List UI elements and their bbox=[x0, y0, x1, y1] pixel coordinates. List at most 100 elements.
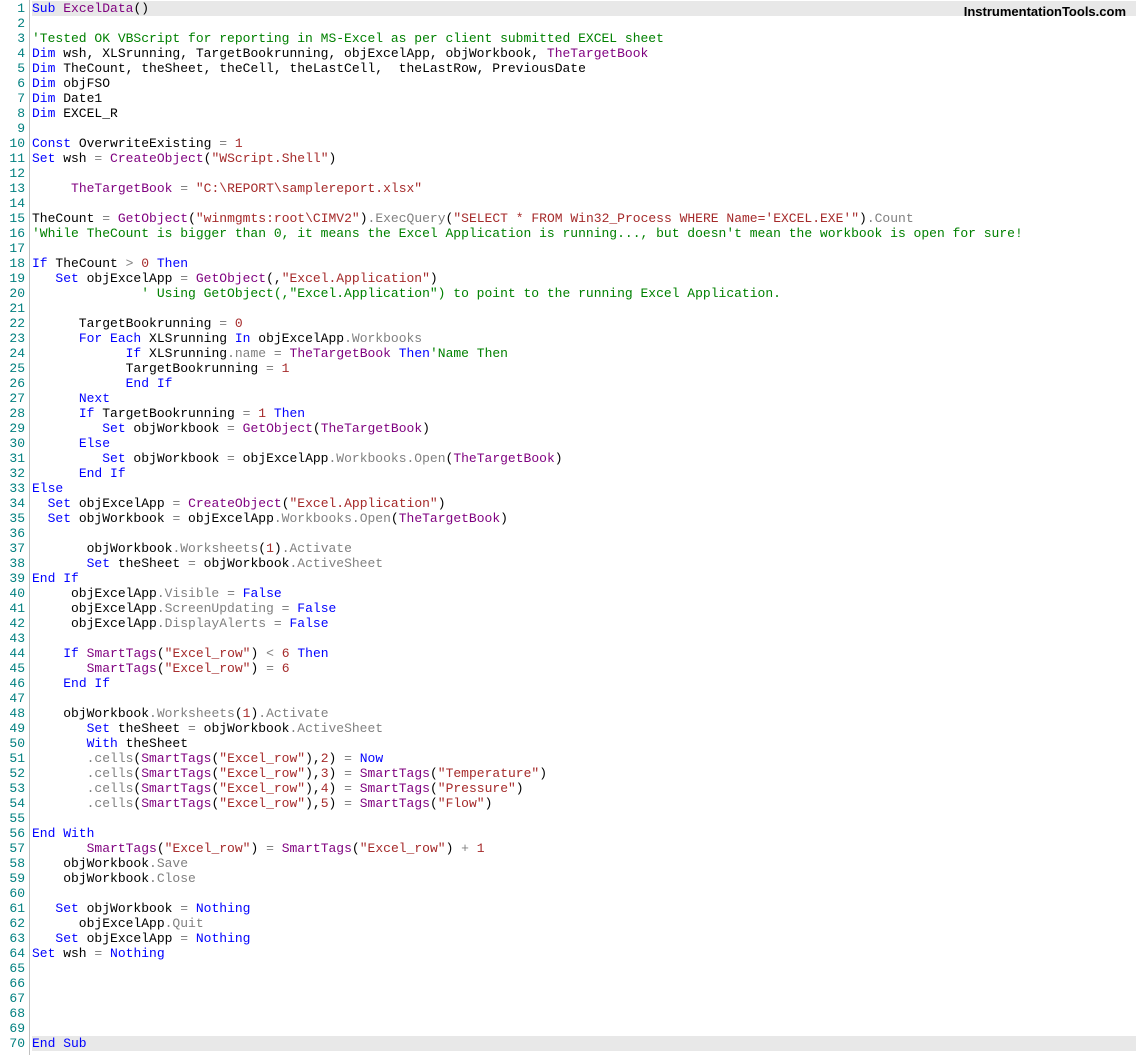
code-line[interactable]: Const OverwriteExisting = 1 bbox=[32, 136, 1136, 151]
code-line[interactable] bbox=[32, 1006, 1136, 1021]
code-line[interactable] bbox=[32, 631, 1136, 646]
line-number: 39 bbox=[0, 571, 25, 586]
line-number: 65 bbox=[0, 961, 25, 976]
code-line[interactable]: .cells(SmartTags("Excel_row"),2) = Now bbox=[32, 751, 1136, 766]
code-line[interactable]: objExcelApp.DisplayAlerts = False bbox=[32, 616, 1136, 631]
code-line[interactable]: With theSheet bbox=[32, 736, 1136, 751]
line-number: 68 bbox=[0, 1006, 25, 1021]
code-line[interactable]: 'While TheCount is bigger than 0, it mea… bbox=[32, 226, 1136, 241]
code-line[interactable]: Set objExcelApp = CreateObject("Excel.Ap… bbox=[32, 496, 1136, 511]
line-number: 51 bbox=[0, 751, 25, 766]
line-number: 35 bbox=[0, 511, 25, 526]
line-number: 20 bbox=[0, 286, 25, 301]
code-line[interactable]: Dim Date1 bbox=[32, 91, 1136, 106]
code-line[interactable]: .cells(SmartTags("Excel_row"),4) = Smart… bbox=[32, 781, 1136, 796]
code-line[interactable] bbox=[32, 121, 1136, 136]
line-number: 17 bbox=[0, 241, 25, 256]
code-line[interactable]: For Each XLSrunning In objExcelApp.Workb… bbox=[32, 331, 1136, 346]
line-number: 61 bbox=[0, 901, 25, 916]
line-number: 43 bbox=[0, 631, 25, 646]
code-line[interactable]: Set objWorkbook = GetObject(TheTargetBoo… bbox=[32, 421, 1136, 436]
line-number: 28 bbox=[0, 406, 25, 421]
line-number: 23 bbox=[0, 331, 25, 346]
code-line[interactable]: objWorkbook.Worksheets(1).Activate bbox=[32, 541, 1136, 556]
code-line[interactable]: Next bbox=[32, 391, 1136, 406]
code-line[interactable]: .cells(SmartTags("Excel_row"),5) = Smart… bbox=[32, 796, 1136, 811]
code-line[interactable]: objExcelApp.Quit bbox=[32, 916, 1136, 931]
code-line[interactable]: If XLSrunning.name = TheTargetBook Then'… bbox=[32, 346, 1136, 361]
code-line[interactable] bbox=[32, 811, 1136, 826]
line-number: 58 bbox=[0, 856, 25, 871]
line-number: 26 bbox=[0, 376, 25, 391]
code-line[interactable] bbox=[32, 241, 1136, 256]
code-line[interactable]: 'Tested OK VBScript for reporting in MS-… bbox=[32, 31, 1136, 46]
code-line[interactable]: Set theSheet = objWorkbook.ActiveSheet bbox=[32, 721, 1136, 736]
code-line[interactable]: Set wsh = CreateObject("WScript.Shell") bbox=[32, 151, 1136, 166]
code-line[interactable]: End Sub bbox=[32, 1036, 1136, 1051]
code-line[interactable] bbox=[32, 1021, 1136, 1036]
code-line[interactable] bbox=[32, 976, 1136, 991]
code-line[interactable]: End If bbox=[32, 376, 1136, 391]
line-number: 69 bbox=[0, 1021, 25, 1036]
code-line[interactable]: End If bbox=[32, 466, 1136, 481]
code-line[interactable]: Set objWorkbook = objExcelApp.Workbooks.… bbox=[32, 511, 1136, 526]
line-number: 70 bbox=[0, 1036, 25, 1051]
code-line[interactable]: If TheCount > 0 Then bbox=[32, 256, 1136, 271]
code-line[interactable] bbox=[32, 691, 1136, 706]
code-line[interactable] bbox=[32, 961, 1136, 976]
code-line[interactable]: .cells(SmartTags("Excel_row"),3) = Smart… bbox=[32, 766, 1136, 781]
code-line[interactable] bbox=[32, 991, 1136, 1006]
line-number: 31 bbox=[0, 451, 25, 466]
line-number: 36 bbox=[0, 526, 25, 541]
code-line[interactable]: If SmartTags("Excel_row") < 6 Then bbox=[32, 646, 1136, 661]
line-number: 18 bbox=[0, 256, 25, 271]
code-line[interactable]: Else bbox=[32, 481, 1136, 496]
line-number: 50 bbox=[0, 736, 25, 751]
line-number: 47 bbox=[0, 691, 25, 706]
code-line[interactable]: SmartTags("Excel_row") = SmartTags("Exce… bbox=[32, 841, 1136, 856]
line-number: 32 bbox=[0, 466, 25, 481]
code-line[interactable]: Set objExcelApp = Nothing bbox=[32, 931, 1136, 946]
code-line[interactable]: objWorkbook.Save bbox=[32, 856, 1136, 871]
code-line[interactable]: TheTargetBook = "C:\REPORT\samplereport.… bbox=[32, 181, 1136, 196]
code-line[interactable]: Set objWorkbook = Nothing bbox=[32, 901, 1136, 916]
code-line[interactable]: End With bbox=[32, 826, 1136, 841]
code-line[interactable] bbox=[32, 166, 1136, 181]
line-number: 5 bbox=[0, 61, 25, 76]
code-line[interactable] bbox=[32, 886, 1136, 901]
line-number: 60 bbox=[0, 886, 25, 901]
code-line[interactable] bbox=[32, 526, 1136, 541]
code-line[interactable]: Set wsh = Nothing bbox=[32, 946, 1136, 961]
code-area[interactable]: Sub ExcelData()'Tested OK VBScript for r… bbox=[30, 0, 1136, 1055]
code-line[interactable]: TargetBookrunning = 1 bbox=[32, 361, 1136, 376]
code-line[interactable]: Set theSheet = objWorkbook.ActiveSheet bbox=[32, 556, 1136, 571]
code-line[interactable]: If TargetBookrunning = 1 Then bbox=[32, 406, 1136, 421]
code-line[interactable]: Dim objFSO bbox=[32, 76, 1136, 91]
code-line[interactable]: objWorkbook.Worksheets(1).Activate bbox=[32, 706, 1136, 721]
code-editor[interactable]: 1234567891011121314151617181920212223242… bbox=[0, 0, 1136, 1055]
code-line[interactable]: Dim EXCEL_R bbox=[32, 106, 1136, 121]
code-line[interactable]: SmartTags("Excel_row") = 6 bbox=[32, 661, 1136, 676]
line-number: 2 bbox=[0, 16, 25, 31]
line-number: 4 bbox=[0, 46, 25, 61]
code-line[interactable]: TheCount = GetObject("winmgmts:root\CIMV… bbox=[32, 211, 1136, 226]
code-line[interactable]: Dim TheCount, theSheet, theCell, theLast… bbox=[32, 61, 1136, 76]
code-line[interactable] bbox=[32, 196, 1136, 211]
line-gutter: 1234567891011121314151617181920212223242… bbox=[0, 0, 30, 1055]
code-line[interactable]: objWorkbook.Close bbox=[32, 871, 1136, 886]
code-line[interactable]: TargetBookrunning = 0 bbox=[32, 316, 1136, 331]
line-number: 8 bbox=[0, 106, 25, 121]
code-line[interactable] bbox=[32, 301, 1136, 316]
code-line[interactable]: Dim wsh, XLSrunning, TargetBookrunning, … bbox=[32, 46, 1136, 61]
code-line[interactable]: ' Using GetObject(,"Excel.Application") … bbox=[32, 286, 1136, 301]
code-line[interactable]: objExcelApp.ScreenUpdating = False bbox=[32, 601, 1136, 616]
code-line[interactable]: End If bbox=[32, 571, 1136, 586]
line-number: 33 bbox=[0, 481, 25, 496]
line-number: 46 bbox=[0, 676, 25, 691]
line-number: 54 bbox=[0, 796, 25, 811]
code-line[interactable]: Set objExcelApp = GetObject(,"Excel.Appl… bbox=[32, 271, 1136, 286]
code-line[interactable]: Set objWorkbook = objExcelApp.Workbooks.… bbox=[32, 451, 1136, 466]
code-line[interactable]: End If bbox=[32, 676, 1136, 691]
code-line[interactable]: Else bbox=[32, 436, 1136, 451]
code-line[interactable]: objExcelApp.Visible = False bbox=[32, 586, 1136, 601]
